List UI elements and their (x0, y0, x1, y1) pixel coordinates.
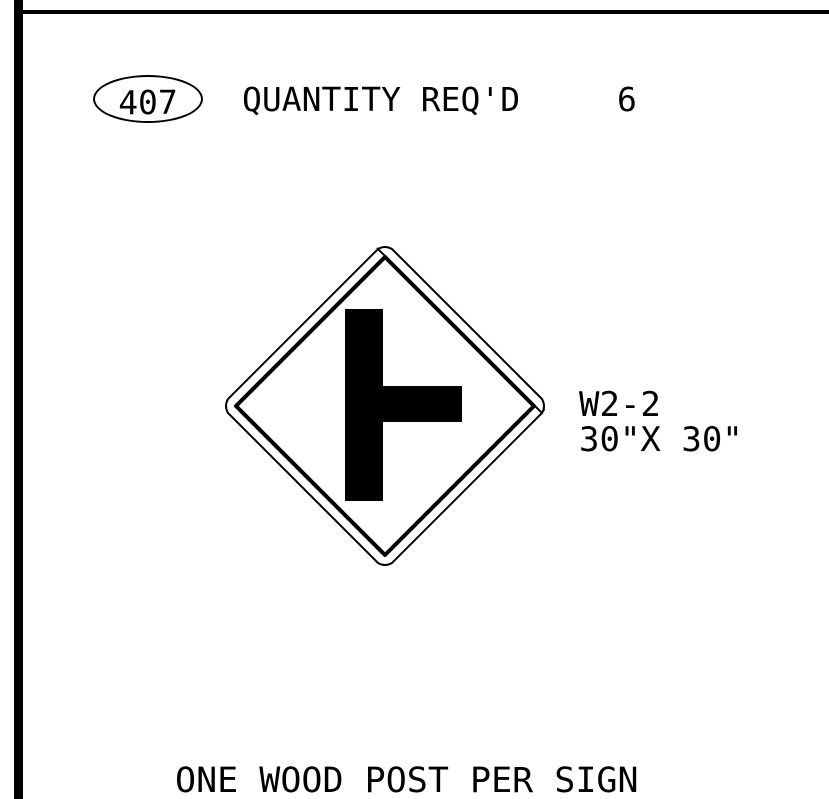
sheet-border-left (14, 0, 23, 799)
callout-number: 407 (118, 83, 178, 122)
callout-ellipse: 407 (93, 75, 203, 123)
quantity-value: 6 (617, 80, 637, 119)
sign-size: 30"X 30" (579, 420, 743, 460)
side-road-horizontal-bar (383, 386, 462, 422)
sign-detail-sheet: 407 QUANTITY REQ'D 6 W2-2 30"X 30" ONE W… (0, 0, 829, 799)
sign-code: W2-2 (579, 385, 661, 425)
warning-sign-diamond (225, 246, 545, 566)
sheet-border-top (14, 10, 829, 14)
side-road-vertical-bar (345, 309, 383, 501)
quantity-label: QUANTITY REQ'D (242, 80, 521, 119)
post-note: ONE WOOD POST PER SIGN (175, 761, 639, 799)
